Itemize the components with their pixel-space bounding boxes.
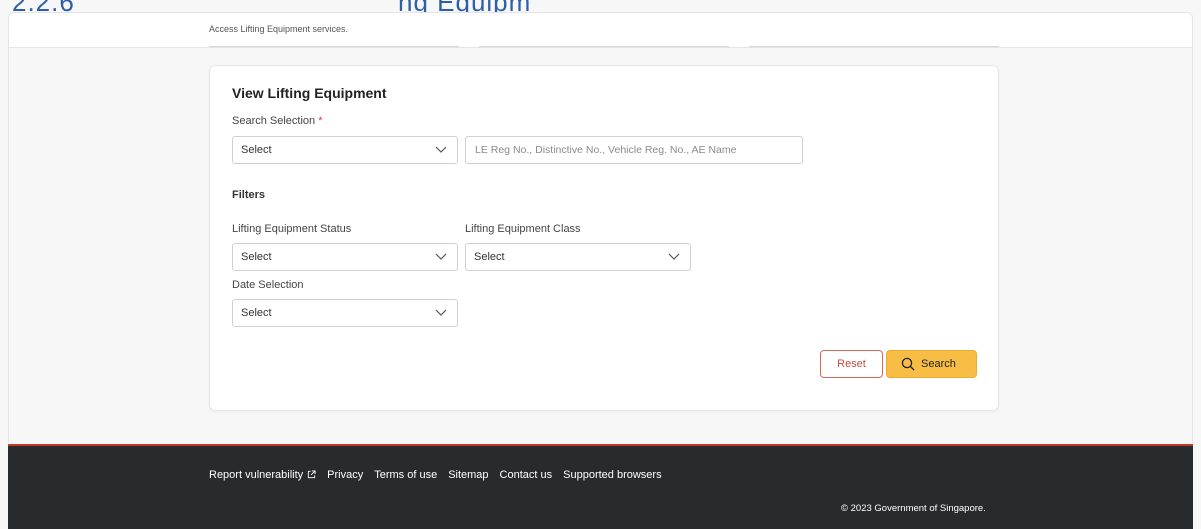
footer-link-sitemap[interactable]: Sitemap [448,469,488,481]
footer: Report vulnerability Privacy Terms of us… [8,446,1193,529]
class-dropdown[interactable]: Select [465,243,691,271]
copyright: © 2023 Government of Singapore. [841,503,986,514]
date-value: Select [241,307,272,319]
status-value: Select [241,251,272,263]
service-description: Access Lifting Equipment services. [209,24,349,34]
content-border-right [1192,48,1193,443]
status-label: Lifting Equipment Status [232,223,352,235]
search-input[interactable]: LE Reg No., Distinctive No., Vehicle Reg… [465,136,803,164]
footer-link-terms[interactable]: Terms of use [374,469,437,481]
page-heading-left: 2.2.6 [12,0,75,12]
external-link-icon [308,470,316,479]
search-selection-label: Search Selection * [232,115,323,127]
chevron-down-icon [435,146,447,153]
date-label: Date Selection [232,279,304,291]
search-button[interactable]: Search [886,350,977,378]
class-label: Lifting Equipment Class [465,223,581,235]
page-heading-strip: 2.2.6 ng Equipm [0,0,1201,12]
footer-link-privacy[interactable]: Privacy [327,469,363,481]
card-title: View Lifting Equipment [232,85,387,101]
chevron-down-icon [435,309,447,316]
class-value: Select [474,251,505,263]
footer-link-report-vulnerability[interactable]: Report vulnerability [209,469,316,481]
date-dropdown[interactable]: Select [232,299,458,327]
footer-link-label: Report vulnerability [209,469,304,481]
search-selection-value: Select [241,144,272,156]
footer-links: Report vulnerability Privacy Terms of us… [209,469,662,481]
service-header: Access Lifting Equipment services. [8,12,1193,48]
required-mark: * [318,115,323,127]
chevron-down-icon [435,253,447,260]
tab-underline [479,46,729,47]
reset-button[interactable]: Reset [820,350,883,378]
search-icon [901,357,915,371]
filters-heading: Filters [232,189,266,201]
content-border-left [8,48,9,443]
footer-link-contact[interactable]: Contact us [500,469,553,481]
search-selection-dropdown[interactable]: Select [232,136,458,164]
search-selection-label-text: Search Selection [232,115,316,127]
tab-underline [749,46,999,47]
footer-link-browsers[interactable]: Supported browsers [563,469,661,481]
tab-underline [209,46,459,47]
status-dropdown[interactable]: Select [232,243,458,271]
chevron-down-icon [668,253,680,260]
page-heading-right: ng Equipm [398,0,531,12]
view-lifting-equipment-card: View Lifting Equipment Search Selection … [209,65,999,411]
search-button-label: Search [921,358,956,370]
